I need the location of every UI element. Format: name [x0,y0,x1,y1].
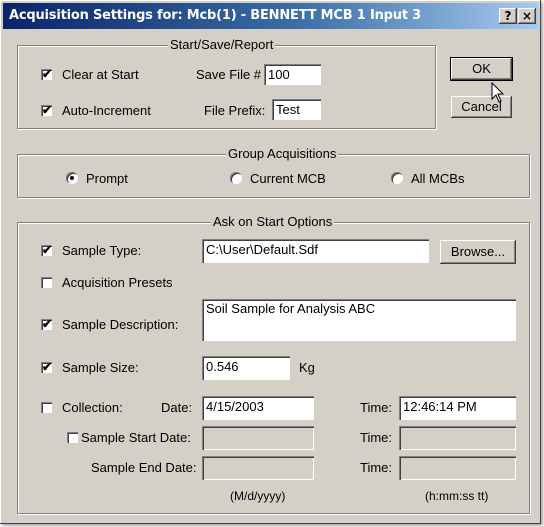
checkmark-icon: ✔ [42,103,53,117]
sample-end-date-label: Sample End Date: [91,460,197,475]
current-mcb-radio[interactable] [230,172,242,184]
checkmark-icon: ✔ [42,317,53,331]
mouse-pointer-icon [491,82,505,103]
sample-end-time-label: Time: [360,460,393,475]
ask-on-start-legend: Ask on Start Options [211,214,335,229]
collection-time-field[interactable]: 12:46:14 PM [399,396,516,420]
title-bar: Acquisition Settings for: Mcb(1) - BENNE… [3,3,538,29]
sample-start-time-label: Time: [360,430,393,445]
help-button[interactable]: ? [499,8,517,24]
sample-size-field[interactable]: 0.546 [202,356,290,380]
clear-at-start-label: Clear at Start [62,67,139,82]
start-save-report-legend: Start/Save/Report [168,37,276,52]
group-acquisitions-legend: Group Acquisitions [226,146,339,161]
clear-at-start-checkbox[interactable]: ✔ [41,67,53,81]
save-file-number-field[interactable]: 100 [264,64,321,85]
acquisition-presets-label: Acquisition Presets [62,275,173,290]
sample-size-unit: Kg [299,360,315,375]
sample-start-time-field [399,426,516,450]
file-prefix-label: File Prefix: [204,103,266,118]
close-button[interactable]: × [518,8,536,24]
current-mcb-radio-label: Current MCB [250,171,326,186]
sample-type-field[interactable]: C:\User\Default.Sdf [202,239,429,263]
auto-increment-checkbox[interactable]: ✔ [41,103,53,117]
sample-type-label: Sample Type: [62,243,142,258]
browse-button[interactable]: Browse... [440,240,516,264]
sample-type-checkbox[interactable]: ✔ [41,243,53,257]
save-file-label: Save File # [196,67,262,82]
sample-end-time-field [399,456,516,480]
sample-description-checkbox[interactable]: ✔ [41,317,53,331]
acquisition-settings-dialog: Acquisition Settings for: Mcb(1) - BENNE… [0,0,541,524]
sample-end-date-field [202,456,314,480]
sample-description-label: Sample Description: [62,317,179,332]
checkmark-icon: ✔ [42,67,53,81]
prompt-radio-label: Prompt [86,171,128,186]
collection-checkbox[interactable] [41,402,52,413]
sample-start-date-field [202,426,314,450]
collection-time-label: Time: [360,400,393,415]
sample-start-date-label: Sample Start Date: [81,430,191,445]
acquisition-presets-checkbox[interactable] [41,277,52,288]
checkmark-icon: ✔ [42,360,53,374]
sample-size-checkbox[interactable]: ✔ [41,360,53,374]
date-format-hint: (M/d/yyyy) [230,489,286,503]
window-title: Acquisition Settings for: Mcb(1) - BENNE… [9,8,422,23]
radio-selected-dot [70,176,74,180]
all-mcbs-radio[interactable] [391,172,403,184]
sample-description-field[interactable]: Soil Sample for Analysis ABC [202,299,516,341]
collection-date-field[interactable]: 4/15/2003 [202,396,314,420]
auto-increment-label: Auto-Increment [62,103,151,118]
collection-label: Collection: [62,400,123,415]
ok-button[interactable]: OK [450,57,513,81]
sample-size-label: Sample Size: [62,360,139,375]
prompt-radio[interactable] [66,172,78,184]
sample-start-date-checkbox[interactable] [67,432,78,443]
time-format-hint: (h:mm:ss tt) [425,489,489,503]
checkmark-icon: ✔ [42,243,53,257]
collection-date-label: Date: [161,400,193,415]
all-mcbs-radio-label: All MCBs [411,171,465,186]
file-prefix-field[interactable]: Test [272,99,321,120]
